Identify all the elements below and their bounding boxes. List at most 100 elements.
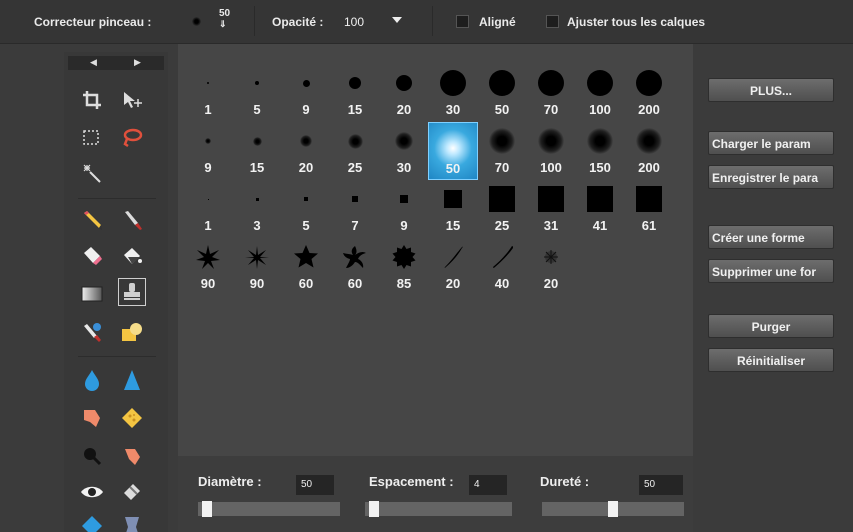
hardness-slider-handle[interactable] <box>608 501 618 517</box>
spacing-slider-handle[interactable] <box>369 501 379 517</box>
brush-size-label: 1 <box>204 102 212 117</box>
brush-size-label: 25 <box>494 218 510 233</box>
hard-round-brush-shape-icon <box>526 64 576 102</box>
brush-preview-icon[interactable] <box>192 17 201 26</box>
create-shape-button[interactable]: Créer une forme <box>708 225 834 249</box>
red-eye-icon[interactable] <box>78 478 106 506</box>
aligned-checkbox[interactable] <box>456 15 469 28</box>
brush-preset-soft-round-20[interactable]: 20 <box>281 122 331 180</box>
spot-heal-icon[interactable] <box>118 478 146 506</box>
expand-right-icon[interactable]: ▶ <box>134 57 141 68</box>
all-layers-label[interactable]: Ajuster tous les calques <box>567 15 705 29</box>
brush-preset-special-20[interactable]: 20 <box>428 238 478 296</box>
brush-size-picker[interactable]: 50 ⇓ <box>219 8 230 29</box>
spacing-field[interactable]: 4 <box>469 475 507 495</box>
brush-preset-square-7[interactable]: 7 <box>330 180 380 238</box>
save-params-button[interactable]: Enregistrer le para <box>708 165 834 189</box>
load-params-button[interactable]: Charger le param <box>708 131 834 155</box>
brush-preset-square-3[interactable]: 3 <box>232 180 282 238</box>
diameter-slider-track[interactable] <box>198 502 340 516</box>
pencil-icon[interactable] <box>78 206 106 234</box>
brush-preset-soft-round-50[interactable]: 50 <box>428 122 478 180</box>
dodge-icon[interactable] <box>78 442 106 470</box>
brush-preset-square-5[interactable]: 5 <box>281 180 331 238</box>
brush-preset-soft-round-15[interactable]: 15 <box>232 122 282 180</box>
color-replace-icon[interactable] <box>78 318 106 346</box>
all-layers-checkbox[interactable] <box>546 15 559 28</box>
crop-icon[interactable] <box>78 86 106 114</box>
brush-preset-soft-round-200[interactable]: 200 <box>624 122 674 180</box>
brush-preset-square-31[interactable]: 31 <box>526 180 576 238</box>
brush-size-label: 40 <box>494 276 510 291</box>
brush-size-label: 20 <box>396 102 412 117</box>
divider <box>432 6 433 36</box>
reset-button[interactable]: Réinitialiser <box>708 348 834 372</box>
purge-button[interactable]: Purger <box>708 314 834 338</box>
brush-preset-square-1[interactable]: 1 <box>183 180 233 238</box>
color-picker-icon[interactable] <box>78 512 106 532</box>
eraser-icon[interactable] <box>78 242 106 270</box>
brush-preset-square-15[interactable]: 15 <box>428 180 478 238</box>
brush-size-label: 3 <box>253 218 261 233</box>
smudge-hand-icon[interactable] <box>78 404 106 432</box>
brush-preset-special-60[interactable]: 60 <box>281 238 331 296</box>
brush-preset-hard-round-1[interactable]: 1 <box>183 64 233 122</box>
brush-preset-hard-round-70[interactable]: 70 <box>526 64 576 122</box>
collapse-left-icon[interactable]: ◀ <box>90 57 97 68</box>
brush-preset-soft-round-100[interactable]: 100 <box>526 122 576 180</box>
mixer-icon[interactable] <box>118 512 146 532</box>
magic-wand-icon[interactable] <box>78 160 106 188</box>
brush-size-label: 7 <box>351 218 359 233</box>
brush-preset-hard-round-100[interactable]: 100 <box>575 64 625 122</box>
brush-preset-soft-round-9[interactable]: 9 <box>183 122 233 180</box>
delete-shape-button[interactable]: Supprimer une for <box>708 259 834 283</box>
tools-divider <box>78 356 156 357</box>
diameter-field[interactable]: 50 <box>296 475 334 495</box>
brush-preset-hard-round-30[interactable]: 30 <box>428 64 478 122</box>
burn-icon[interactable] <box>118 442 146 470</box>
brush-preset-soft-round-70[interactable]: 70 <box>477 122 527 180</box>
sharpen-icon[interactable] <box>118 366 146 394</box>
hardness-field[interactable]: 50 <box>639 475 683 495</box>
brush-preset-hard-round-15[interactable]: 15 <box>330 64 380 122</box>
brush-size-label: 70 <box>543 102 559 117</box>
move-icon[interactable] <box>118 86 146 114</box>
paint-bucket-icon[interactable] <box>118 242 146 270</box>
brush-preset-square-25[interactable]: 25 <box>477 180 527 238</box>
brush-preset-soft-round-25[interactable]: 25 <box>330 122 380 180</box>
brush-preset-hard-round-200[interactable]: 200 <box>624 64 674 122</box>
brush-size-label: 20 <box>543 276 559 291</box>
brush-preset-special-90[interactable]: 90 <box>183 238 233 296</box>
special-brush-shape-icon <box>281 238 331 276</box>
brush-preset-hard-round-20[interactable]: 20 <box>379 64 429 122</box>
gradient-icon[interactable] <box>78 280 106 308</box>
spacing-slider-track[interactable] <box>365 502 512 516</box>
shape-icon[interactable] <box>118 318 146 346</box>
blur-drop-icon[interactable] <box>78 366 106 394</box>
brush-preset-special-90[interactable]: 90 <box>232 238 282 296</box>
opacity-dropdown-icon[interactable] <box>392 17 402 23</box>
brush-preset-square-41[interactable]: 41 <box>575 180 625 238</box>
lasso-icon[interactable] <box>118 124 146 152</box>
aligned-label[interactable]: Aligné <box>479 15 516 29</box>
brush-preset-hard-round-9[interactable]: 9 <box>281 64 331 122</box>
sponge-icon[interactable] <box>118 404 146 432</box>
brush-preset-soft-round-150[interactable]: 150 <box>575 122 625 180</box>
brush-preset-special-40[interactable]: 40 <box>477 238 527 296</box>
opacity-value[interactable]: 100 <box>344 15 364 29</box>
clone-stamp-icon[interactable] <box>118 278 146 306</box>
brush-preset-hard-round-50[interactable]: 50 <box>477 64 527 122</box>
marquee-icon[interactable] <box>78 124 106 152</box>
brush-preset-special-85[interactable]: 85 <box>379 238 429 296</box>
brush-preset-square-61[interactable]: 61 <box>624 180 674 238</box>
divider <box>254 6 255 36</box>
soft-round-brush-shape-icon <box>183 122 233 160</box>
diameter-slider-handle[interactable] <box>202 501 212 517</box>
brush-preset-special-20[interactable]: 20 <box>526 238 576 296</box>
brush-preset-square-9[interactable]: 9 <box>379 180 429 238</box>
more-button[interactable]: PLUS... <box>708 78 834 102</box>
brush-preset-hard-round-5[interactable]: 5 <box>232 64 282 122</box>
brush-icon[interactable] <box>118 206 146 234</box>
brush-preset-soft-round-30[interactable]: 30 <box>379 122 429 180</box>
brush-preset-special-60[interactable]: 60 <box>330 238 380 296</box>
